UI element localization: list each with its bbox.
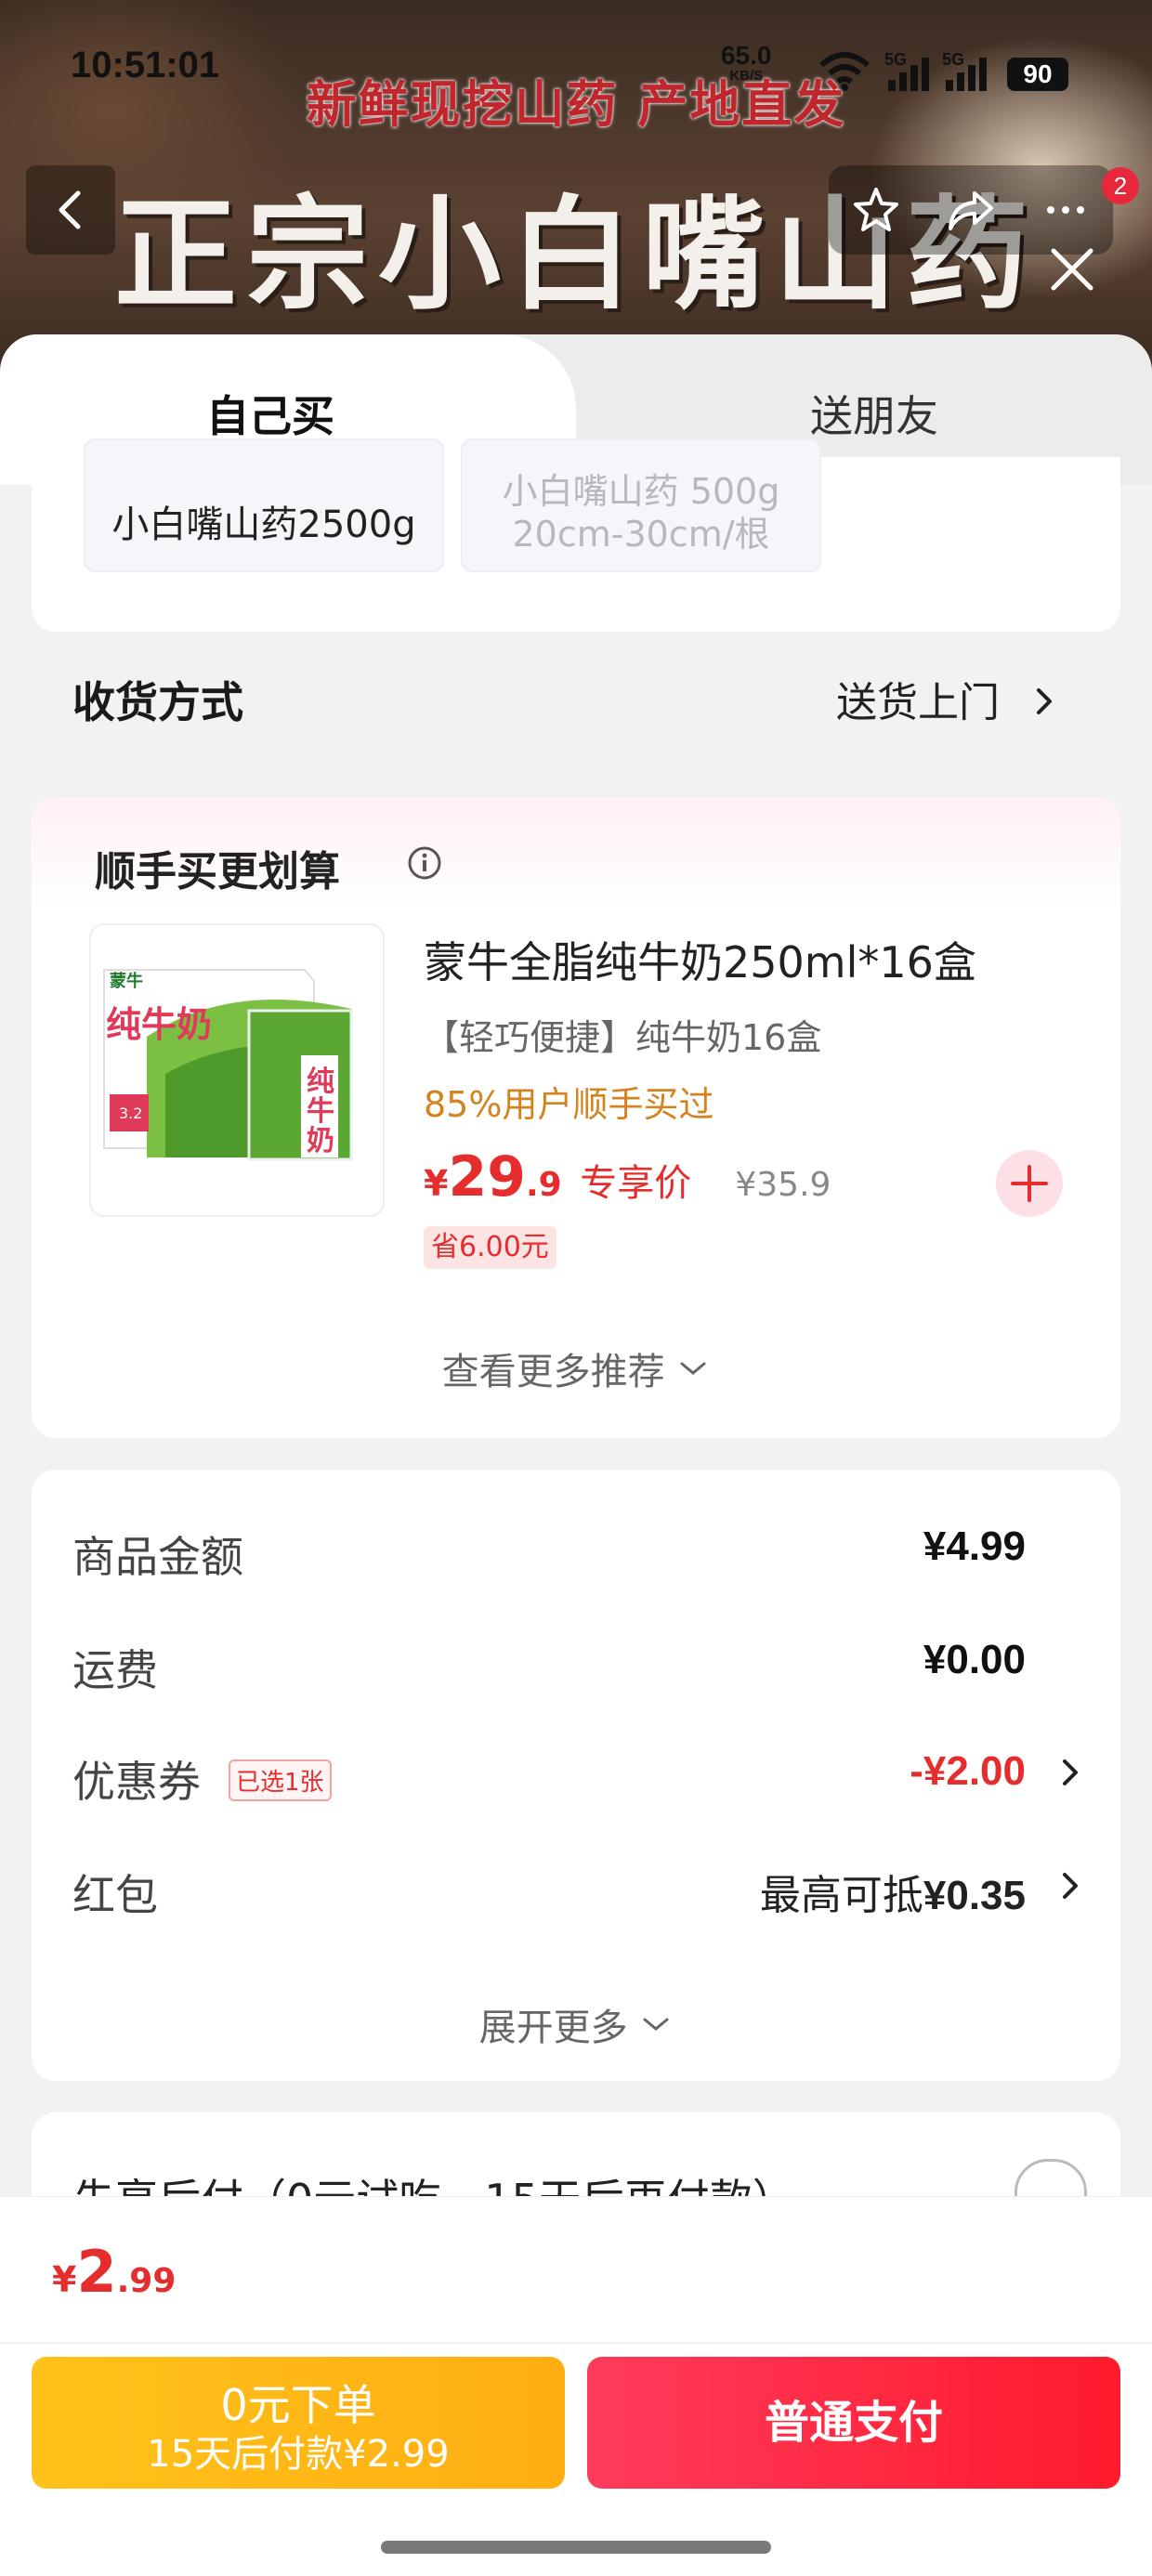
tab-gift-friend[interactable]: 送朋友 (810, 383, 938, 444)
spec-option-2500g[interactable]: 小白嘴山药2500g (84, 438, 444, 572)
product-image[interactable]: 蒙牛 纯牛奶 3.2 纯 牛 奶 (89, 923, 385, 1217)
product-banner: 10:51:01 65.0 KB/S 5G 5G 90 新鲜现挖山药 产地直发 … (0, 0, 1152, 390)
bill-label: 商品金额 (72, 1532, 243, 1582)
bill-row-subtotal: 商品金额 ¥4.99 (72, 1523, 1081, 1589)
add-to-order-button[interactable] (996, 1150, 1063, 1217)
tab-label: 自己买 (206, 391, 334, 441)
chevron-right-icon (1063, 1873, 1078, 1899)
product-price: ¥29.9 (424, 1144, 562, 1210)
bill-summary-card: 商品金额 ¥4.99 运费 ¥0.00 优惠券 已选1张 -¥2.00 红包 最… (32, 1470, 1120, 2081)
share-icon[interactable] (945, 184, 997, 236)
banner-subtitle: 新鲜现挖山药 产地直发 (306, 75, 846, 134)
chevron-right-icon (1063, 1759, 1078, 1785)
image-product-text: 纯牛奶 (106, 1004, 212, 1045)
spec-option-label: 小白嘴山药2500g (111, 503, 416, 546)
bill-value: ¥0.00 (923, 1637, 1026, 1682)
home-indicator (381, 2541, 771, 2554)
button-line-2: 15天后付款¥2.99 (147, 2433, 450, 2476)
save-badge: 省6.00元 (424, 1226, 556, 1269)
bill-row-coupon[interactable]: 优惠券 已选1张 -¥2.00 (72, 1748, 1081, 1813)
social-proof: 85%用户顺手买过 (424, 1084, 714, 1125)
expand-more-button[interactable]: 展开更多 (32, 1997, 1120, 2051)
bill-label: 运费 (72, 1645, 158, 1695)
more-icon[interactable] (1040, 184, 1092, 236)
bill-value: -¥2.00 (910, 1748, 1026, 1794)
chevron-right-icon (1037, 688, 1052, 714)
close-icon[interactable] (1046, 243, 1098, 295)
delivery-method-value[interactable]: 送货上门 (836, 669, 1061, 728)
nav-actions (829, 165, 1113, 255)
svg-text:纯: 纯 (307, 1066, 334, 1098)
spec-option-500g: 小白嘴山药 500g 20cm-30cm/根 (461, 438, 821, 572)
chevron-down-icon (643, 2018, 669, 2031)
back-button[interactable] (26, 165, 115, 255)
bill-value: ¥4.99 (923, 1523, 1026, 1569)
product-name[interactable]: 蒙牛全脂纯牛奶250ml*16盒 (424, 929, 976, 990)
info-icon[interactable] (407, 845, 442, 881)
star-icon[interactable] (850, 184, 902, 236)
bill-label: 优惠券 (72, 1757, 201, 1807)
price-row: ¥29.9 专享价 ¥35.9 (424, 1144, 831, 1210)
recommend-card: 顺手买更划算 蒙牛 纯牛奶 3.2 纯 牛 奶 蒙牛全脂纯牛奶250ml*16盒… (32, 797, 1120, 1438)
recommend-title: 顺手买更划算 (95, 848, 340, 896)
svg-text:3.2: 3.2 (119, 1105, 142, 1122)
coupon-selected-tag: 已选1张 (229, 1759, 332, 1801)
checkout-bar: ¥2.99 0元下单 15天后付款¥2.99 普通支付 (0, 2196, 1152, 2576)
bill-value: 最高可抵¥0.35 (759, 1872, 1026, 1919)
order-total: ¥2.99 (52, 2238, 177, 2306)
chevron-down-icon (680, 1362, 706, 1375)
chevron-left-icon (59, 190, 81, 229)
svg-text:牛: 牛 (307, 1095, 334, 1128)
image-brand-text: 蒙牛 (110, 971, 143, 991)
bill-row-redpacket[interactable]: 红包 最高可抵¥0.35 (72, 1862, 1081, 1927)
notification-badge: 2 (1102, 167, 1139, 204)
spec-delivery-card: 小白嘴山药2500g 小白嘴山药 500g 20cm-30cm/根 收货方式 送… (32, 438, 1120, 727)
product-description: 【轻巧便捷】纯牛奶16盒 (424, 1017, 822, 1058)
delivery-method-label: 收货方式 (72, 677, 243, 727)
view-more-recommend[interactable]: 查看更多推荐 (32, 1341, 1120, 1395)
spec-option-label: 小白嘴山药 500g 20cm-30cm/根 (502, 471, 780, 555)
bill-label: 红包 (72, 1870, 158, 1920)
zero-yuan-order-button[interactable]: 0元下单 15天后付款¥2.99 (32, 2357, 565, 2489)
svg-text:奶: 奶 (307, 1125, 334, 1157)
normal-pay-button[interactable]: 普通支付 (587, 2357, 1120, 2489)
original-price: ¥35.9 (735, 1166, 831, 1204)
exclusive-price-tag: 专享价 (580, 1162, 692, 1205)
bill-row-shipping: 运费 ¥0.00 (72, 1637, 1081, 1702)
plus-icon (1011, 1165, 1048, 1202)
milk-box-illustration: 蒙牛 纯牛奶 3.2 纯 牛 奶 (91, 925, 383, 1215)
